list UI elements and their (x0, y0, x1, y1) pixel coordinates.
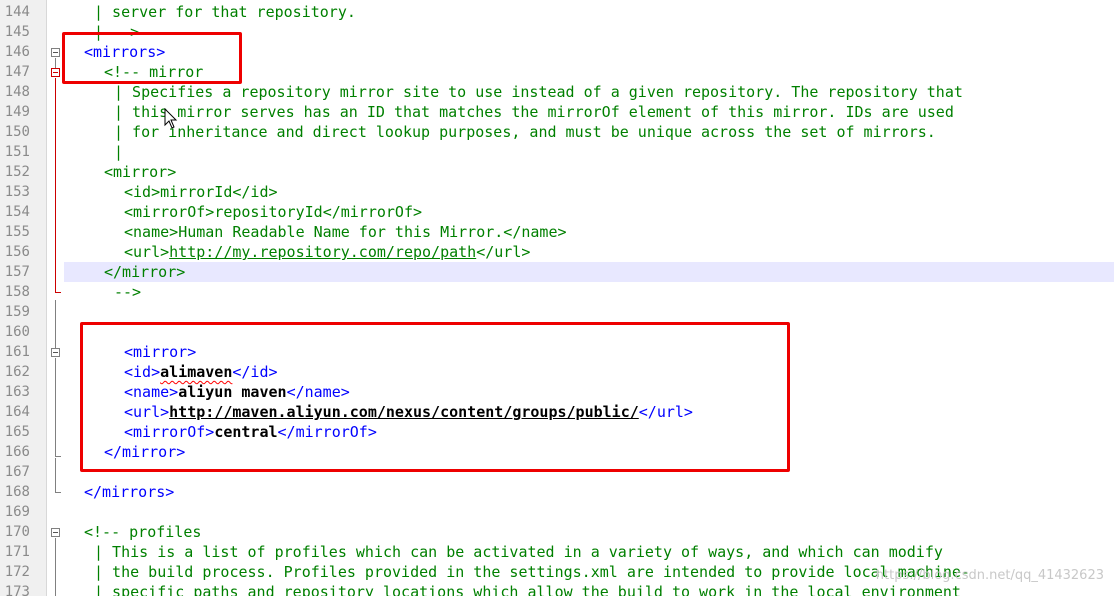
line-number: 160 (4, 324, 30, 340)
line-number: 163 (4, 384, 30, 400)
fold-line (55, 358, 56, 456)
line-number: 164 (4, 404, 30, 420)
line-number: 150 (4, 124, 30, 140)
fold-line (55, 78, 56, 292)
code-line-150: | for inheritance and direct lookup purp… (114, 123, 936, 141)
line-number: 162 (4, 364, 30, 380)
code-line-151: | (114, 143, 124, 161)
fold-end-marker (55, 292, 61, 293)
xml-value: mirrorId (160, 183, 233, 201)
fold-end-marker (55, 456, 61, 457)
line-number: 173 (4, 584, 30, 596)
code-line-157: </mirror> (104, 263, 186, 281)
fold-line (55, 538, 56, 596)
fold-toggle-icon[interactable] (51, 48, 60, 57)
fold-margin (47, 0, 65, 596)
code-editor[interactable]: 144 145 146 147 148 149 150 151 152 153 154 155 156 1… (0, 0, 1114, 596)
line-number: 145 (4, 24, 30, 40)
line-number: 151 (4, 144, 30, 160)
code-line-148: | Specifies a repository mirror site to … (114, 83, 963, 101)
code-line-173: | specific paths and repository location… (94, 583, 961, 596)
xml-value: repositoryId (214, 203, 323, 221)
xml-close-tag: </name> (503, 223, 567, 241)
xml-value: Human Readable Name for this Mirror. (178, 223, 504, 241)
line-number: 152 (4, 164, 30, 180)
line-number: 159 (4, 304, 30, 320)
xml-open-tag: <mirrorOf> (124, 203, 215, 221)
xml-close-tag: </url> (476, 243, 531, 261)
fold-end-marker (55, 492, 61, 493)
code-line-156: <url>http://my.repository.com/repo/path<… (124, 242, 530, 262)
code-line-152: <mirror> (104, 163, 177, 181)
line-number: 144 (4, 4, 30, 20)
xml-open-tag: <id> (124, 183, 161, 201)
line-number: 168 (4, 484, 30, 500)
annotation-box-mirrors-open (62, 32, 242, 84)
xml-open-tag: <name> (124, 223, 179, 241)
code-line-170: <!-- profiles (84, 523, 202, 541)
code-line-149: | this mirror serves has an ID that matc… (114, 103, 954, 121)
code-line-155: <name>Human Readable Name for this Mirro… (124, 222, 567, 242)
line-number: 153 (4, 184, 30, 200)
xml-open-tag: <url> (124, 243, 170, 261)
code-line-153: <id>mirrorId</id> (124, 182, 278, 202)
line-number: 161 (4, 344, 30, 360)
fold-line (55, 58, 56, 68)
code-line-171: | This is a list of profiles which can b… (94, 543, 943, 561)
fold-line (55, 300, 56, 348)
line-number: 148 (4, 84, 30, 100)
line-number: 147 (4, 64, 30, 80)
code-line-172: | the build process. Profiles provided i… (94, 563, 970, 581)
line-number: 146 (4, 44, 30, 60)
code-line-168: </mirrors> (84, 483, 175, 501)
i-beam-cursor-icon (164, 108, 178, 129)
line-number: 165 (4, 424, 30, 440)
line-number: 166 (4, 444, 30, 460)
xml-close-tag: </mirrorOf> (322, 203, 423, 221)
line-number: 169 (4, 504, 30, 520)
line-number: 155 (4, 224, 30, 240)
fold-toggle-icon[interactable] (51, 348, 60, 357)
line-number: 167 (4, 464, 30, 480)
line-number: 158 (4, 284, 30, 300)
line-number: 170 (4, 524, 30, 540)
line-number: 149 (4, 104, 30, 120)
annotation-box-aliyun-mirror (80, 322, 790, 472)
current-line-highlight (64, 262, 1114, 282)
xml-close-tag: </id> (232, 183, 278, 201)
line-number: 171 (4, 544, 30, 560)
code-line-154: <mirrorOf>repositoryId</mirrorOf> (124, 202, 422, 222)
code-line-144: | server for that repository. (94, 3, 356, 21)
line-number: 156 (4, 244, 30, 260)
line-number: 154 (4, 204, 30, 220)
fold-toggle-icon[interactable] (51, 68, 60, 77)
fold-line (55, 458, 56, 492)
line-number: 172 (4, 564, 30, 580)
line-number: 157 (4, 264, 30, 280)
fold-toggle-icon[interactable] (51, 528, 60, 537)
xml-value-url: http://my.repository.com/repo/path (169, 243, 477, 261)
watermark: https://blog.csdn.net/qq_41432623 (875, 568, 1104, 583)
code-line-158: --> (114, 283, 142, 301)
